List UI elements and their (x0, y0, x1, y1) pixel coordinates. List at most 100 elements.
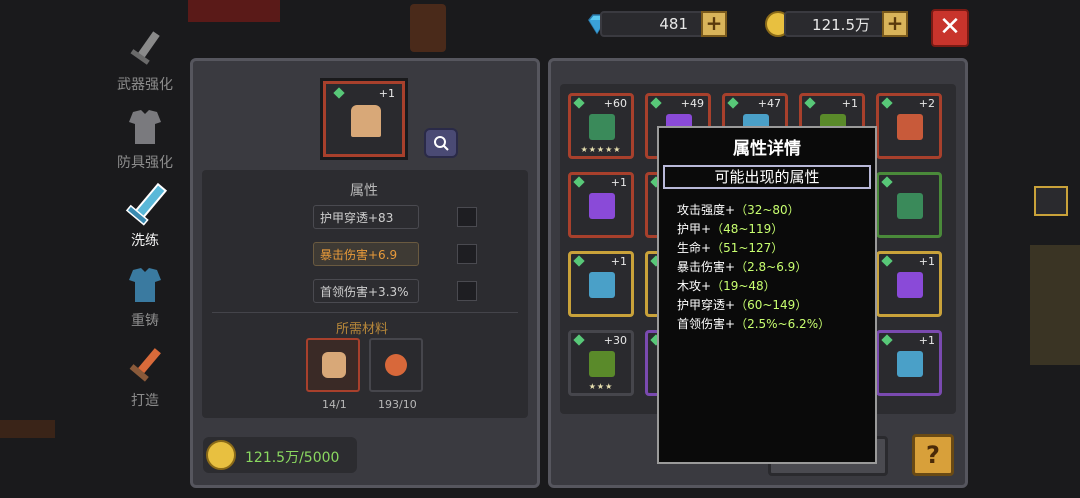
background-lantern (410, 4, 446, 52)
property-range: （2.5%~6.2%） (735, 317, 831, 331)
popup-title: 属性详情 (733, 139, 801, 159)
property-name: 暴击伤害+ (677, 260, 736, 274)
refine-sword-icon (117, 178, 173, 234)
inventory-slot[interactable]: +1 (876, 251, 942, 317)
gem-icon (881, 176, 893, 188)
property-name: 木攻+ (677, 279, 712, 293)
inventory-slot[interactable]: +60 ★★★★★ (568, 93, 634, 159)
sword-icon (117, 22, 173, 78)
item-sprite-icon (897, 272, 923, 298)
gem-icon (881, 334, 893, 346)
sidebar-item-label: 防具强化 (117, 155, 173, 171)
gem-icon (573, 97, 585, 109)
materials-title: 所需材料 (336, 322, 389, 337)
item-level: +1 (918, 334, 935, 347)
property-row: 暴击伤害+（2.8~6.9） (677, 258, 875, 277)
property-range: （60~149） (735, 298, 808, 312)
recast-armor-icon (117, 258, 173, 314)
forge-icon (117, 338, 173, 394)
add-diamonds-button[interactable]: + (701, 11, 727, 37)
gem-icon (573, 176, 585, 188)
item-sprite-icon (589, 193, 615, 219)
gem-icon (573, 255, 585, 267)
property-name: 生命+ (677, 241, 712, 255)
attribute-row: 护甲穿透+83 (313, 205, 419, 229)
scroll-icon (385, 354, 407, 376)
cost-text: 121.5万/5000 (245, 450, 340, 466)
sidebar-item-label: 武器强化 (117, 77, 173, 93)
sidebar-item-weapon-upgrade[interactable]: 武器强化 (100, 22, 190, 94)
gem-icon (650, 97, 662, 109)
material-slot[interactable] (369, 338, 423, 392)
coin-icon (206, 440, 236, 470)
item-level: +47 (757, 97, 781, 110)
item-level: +1 (610, 176, 627, 189)
inventory-slot[interactable]: +1 (568, 172, 634, 238)
coin-count: 121.5万 (812, 15, 870, 34)
sidebar-item-armor-upgrade[interactable]: 防具强化 (100, 100, 190, 172)
close-button[interactable]: ✕ (931, 9, 969, 47)
attributes-title: 属性 (350, 183, 378, 199)
armor-icon (117, 100, 173, 156)
selected-item-slot[interactable]: +1 (320, 78, 408, 160)
inventory-slot[interactable]: +1 (876, 330, 942, 396)
item-sprite-icon (589, 272, 615, 298)
gem-icon (881, 97, 893, 109)
property-row: 首领伤害+（2.5%~6.2%） (677, 315, 875, 334)
item-stars: ★★★ (588, 382, 614, 391)
item-sprite-icon (897, 193, 923, 219)
gem-icon (727, 97, 739, 109)
sidebar-item-label: 重铸 (131, 313, 159, 329)
item-stars: ★★★★★ (580, 145, 622, 154)
lock-checkbox[interactable] (457, 281, 477, 301)
background-badge (1034, 186, 1068, 216)
sidebar-item-label: 打造 (131, 393, 159, 409)
property-range: （32~80） (735, 203, 800, 217)
sidebar-item-forge[interactable]: 打造 (100, 338, 190, 410)
attribute-details-popup: 属性详情 可能出现的属性 攻击强度+（32~80） 护甲+（48~119） 生命+（… (657, 126, 877, 464)
diamond-count: 481 (659, 15, 688, 33)
property-range: （51~127） (711, 241, 784, 255)
inventory-slot[interactable] (876, 172, 942, 238)
lock-checkbox[interactable] (457, 244, 477, 264)
item-level: +1 (610, 255, 627, 268)
item-level: +30 (603, 334, 627, 347)
item-level: +1 (918, 255, 935, 268)
item-level: +60 (603, 97, 627, 110)
divider (212, 312, 518, 313)
gem-icon (573, 334, 585, 346)
add-coins-button[interactable]: + (882, 11, 908, 37)
material-sprite-icon (322, 352, 346, 378)
property-range: （19~48） (711, 279, 776, 293)
material-slot[interactable] (306, 338, 360, 392)
help-button[interactable]: ? (912, 434, 954, 476)
gem-icon (881, 255, 893, 267)
attribute-row: 首领伤害+3.3% (313, 279, 419, 303)
property-row: 攻击强度+（32~80） (677, 201, 875, 220)
background-banner (188, 0, 280, 22)
property-name: 护甲+ (677, 222, 712, 236)
property-name: 护甲穿透+ (677, 298, 736, 312)
item-sprite-icon (589, 351, 615, 377)
property-row: 护甲+（48~119） (677, 220, 875, 239)
magnify-button[interactable] (424, 128, 458, 158)
item-sprite-icon (589, 114, 615, 140)
inventory-slot[interactable]: +2 (876, 93, 942, 159)
inventory-slot[interactable]: +1 (568, 251, 634, 317)
item-sprite-icon (351, 105, 381, 137)
sidebar-item-refine[interactable]: 洗练 (100, 178, 190, 250)
item-sprite-icon (897, 114, 923, 140)
item-sprite-icon (897, 351, 923, 377)
sidebar-item-recast[interactable]: 重铸 (100, 258, 190, 330)
material-count: 14/1 (322, 398, 347, 411)
item-level: +1 (841, 97, 858, 110)
item-level: +1 (378, 87, 395, 100)
material-count: 193/10 (378, 398, 417, 411)
popup-subtitle: 可能出现的属性 (663, 165, 871, 189)
lock-checkbox[interactable] (457, 207, 477, 227)
inventory-slot[interactable]: +30 ★★★ (568, 330, 634, 396)
help-icon: ? (926, 441, 940, 469)
property-list: 攻击强度+（32~80） 护甲+（48~119） 生命+（51~127） 暴击伤害+（… (677, 201, 875, 334)
property-row: 生命+（51~127） (677, 239, 875, 258)
gem-icon (333, 87, 345, 99)
